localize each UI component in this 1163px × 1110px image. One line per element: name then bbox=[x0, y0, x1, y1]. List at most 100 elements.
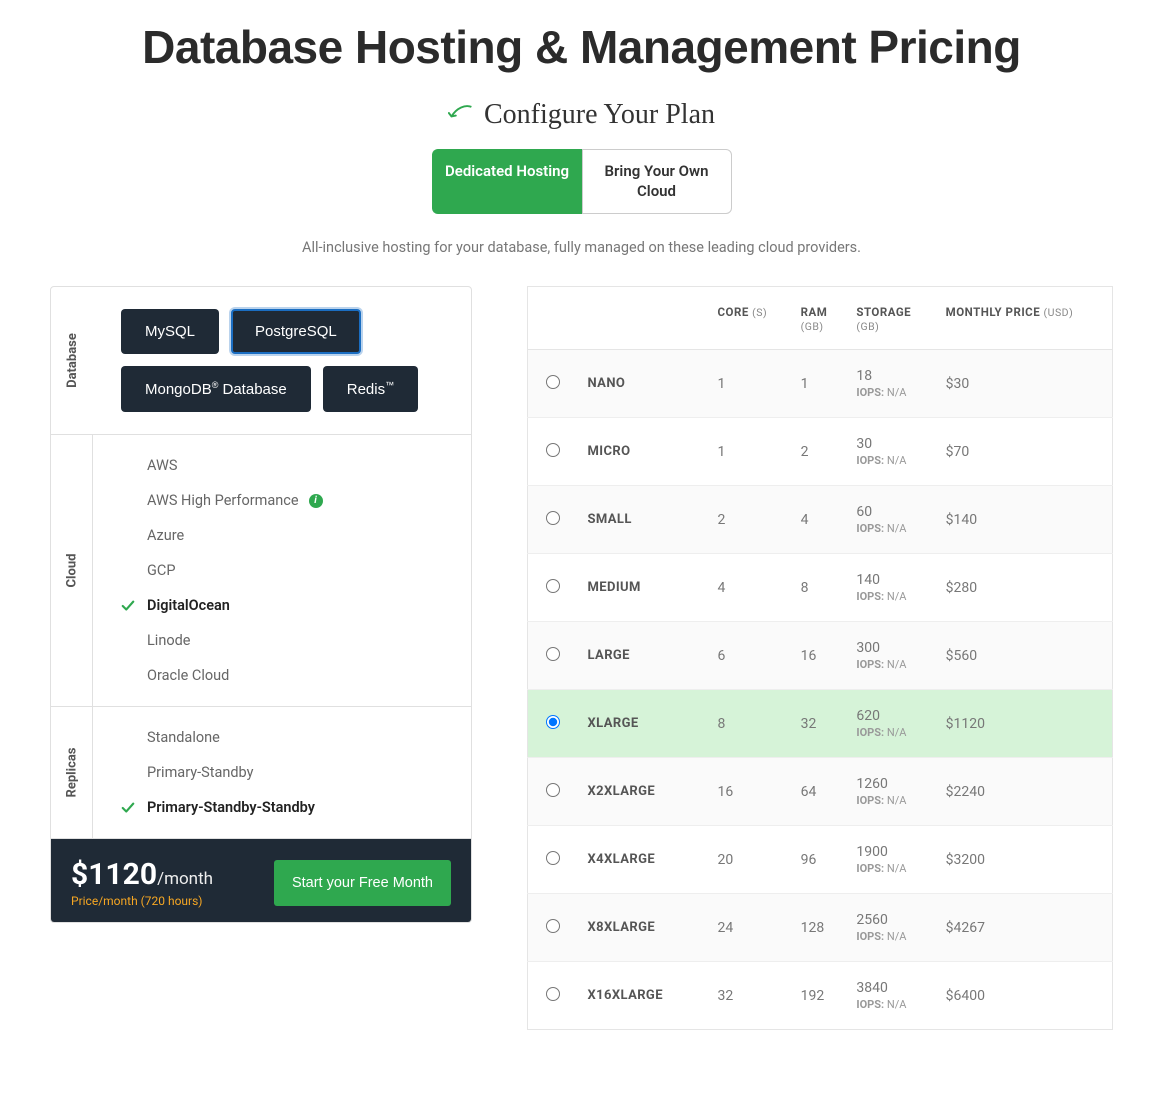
footer-per: /month bbox=[157, 869, 213, 889]
section-label-database: Database bbox=[65, 333, 80, 388]
plan-row[interactable]: XLARGE832620IOPS: N/A$1120 bbox=[528, 690, 1113, 758]
plan-storage: 18IOPS: N/A bbox=[846, 350, 935, 418]
price-footer: $1120/month Price/month (720 hours) Star… bbox=[51, 839, 471, 922]
plan-name: SMALL bbox=[578, 486, 708, 554]
check-icon bbox=[121, 599, 137, 613]
plan-price: $2240 bbox=[936, 758, 1113, 826]
cloud-option-label: Azure bbox=[147, 527, 184, 544]
plan-core: 6 bbox=[708, 622, 791, 690]
cloud-option-label: AWS High Performance bbox=[147, 492, 299, 509]
plan-name: X16XLARGE bbox=[578, 962, 708, 1030]
plan-ram: 128 bbox=[791, 894, 847, 962]
plan-radio[interactable] bbox=[546, 511, 560, 525]
cloud-option[interactable]: AWS High Performance i bbox=[121, 492, 451, 509]
plan-name: MICRO bbox=[578, 418, 708, 486]
plan-radio[interactable] bbox=[546, 851, 560, 865]
plan-price: $560 bbox=[936, 622, 1113, 690]
database-option[interactable]: PostgreSQL bbox=[231, 309, 361, 354]
col-storage: STORAGE(GB) bbox=[846, 287, 935, 350]
section-label-replicas: Replicas bbox=[64, 748, 79, 798]
section-cloud: Cloud AWSAWS High PerformanceiAzureGCPDi… bbox=[51, 435, 471, 707]
plan-ram: 192 bbox=[791, 962, 847, 1030]
plan-ram: 2 bbox=[791, 418, 847, 486]
plan-core: 1 bbox=[708, 350, 791, 418]
cloud-option[interactable]: GCP bbox=[121, 562, 451, 579]
plan-ram: 96 bbox=[791, 826, 847, 894]
col-name bbox=[578, 287, 708, 350]
plan-storage: 1260IOPS: N/A bbox=[846, 758, 935, 826]
plan-core: 32 bbox=[708, 962, 791, 1030]
plan-name: X2XLARGE bbox=[578, 758, 708, 826]
col-select bbox=[528, 287, 578, 350]
start-free-month-button[interactable]: Start your Free Month bbox=[274, 860, 451, 906]
info-icon[interactable]: i bbox=[309, 494, 323, 508]
plan-storage: 300IOPS: N/A bbox=[846, 622, 935, 690]
plan-price: $3200 bbox=[936, 826, 1113, 894]
plan-price: $70 bbox=[936, 418, 1113, 486]
col-ram: RAM(GB) bbox=[791, 287, 847, 350]
plan-storage: 30IOPS: N/A bbox=[846, 418, 935, 486]
replicas-option[interactable]: Primary-Standby bbox=[121, 764, 451, 781]
cloud-option-label: Linode bbox=[147, 632, 190, 649]
replicas-option-label: Primary-Standby bbox=[147, 764, 253, 781]
replicas-option[interactable]: Standalone bbox=[121, 729, 451, 746]
plan-price: $30 bbox=[936, 350, 1113, 418]
plan-row[interactable]: X16XLARGE321923840IOPS: N/A$6400 bbox=[528, 962, 1113, 1030]
toggle-byoc[interactable]: Bring Your Own Cloud bbox=[582, 149, 732, 214]
plan-core: 2 bbox=[708, 486, 791, 554]
plan-storage: 3840IOPS: N/A bbox=[846, 962, 935, 1030]
database-option[interactable]: MySQL bbox=[121, 309, 219, 354]
plan-name: NANO bbox=[578, 350, 708, 418]
plan-storage: 140IOPS: N/A bbox=[846, 554, 935, 622]
plan-radio[interactable] bbox=[546, 375, 560, 389]
arrow-curve-icon bbox=[448, 103, 474, 127]
cloud-option[interactable]: AWS bbox=[121, 457, 451, 474]
plan-name: LARGE bbox=[578, 622, 708, 690]
plan-row[interactable]: NANO1118IOPS: N/A$30 bbox=[528, 350, 1113, 418]
plan-radio[interactable] bbox=[546, 715, 560, 729]
plan-row[interactable]: MICRO1230IOPS: N/A$70 bbox=[528, 418, 1113, 486]
replicas-option-label: Primary-Standby-Standby bbox=[147, 799, 315, 816]
plan-radio[interactable] bbox=[546, 783, 560, 797]
plan-row[interactable]: X4XLARGE20961900IOPS: N/A$3200 bbox=[528, 826, 1113, 894]
configure-row: Configure Your Plan bbox=[50, 99, 1113, 131]
plan-storage: 60IOPS: N/A bbox=[846, 486, 935, 554]
plan-row[interactable]: MEDIUM48140IOPS: N/A$280 bbox=[528, 554, 1113, 622]
database-option[interactable]: Redis™ bbox=[323, 366, 418, 412]
cloud-option-label: DigitalOcean bbox=[147, 597, 230, 614]
plan-radio[interactable] bbox=[546, 647, 560, 661]
plan-core: 24 bbox=[708, 894, 791, 962]
plan-name: X8XLARGE bbox=[578, 894, 708, 962]
plan-row[interactable]: X8XLARGE241282560IOPS: N/A$4267 bbox=[528, 894, 1113, 962]
replicas-option-label: Standalone bbox=[147, 729, 220, 746]
plan-radio[interactable] bbox=[546, 919, 560, 933]
plan-name: MEDIUM bbox=[578, 554, 708, 622]
plan-price: $1120 bbox=[936, 690, 1113, 758]
configure-label: Configure Your Plan bbox=[484, 99, 715, 131]
cloud-option-label: GCP bbox=[147, 562, 175, 579]
col-core: CORE (S) bbox=[708, 287, 791, 350]
toggle-dedicated[interactable]: Dedicated Hosting bbox=[432, 149, 582, 214]
config-panel: Database MySQL PostgreSQL MongoDB® Databas… bbox=[50, 286, 472, 923]
cloud-option[interactable]: Oracle Cloud bbox=[121, 667, 451, 684]
plan-name: XLARGE bbox=[578, 690, 708, 758]
cloud-option-label: AWS bbox=[147, 457, 177, 474]
cloud-option[interactable]: DigitalOcean bbox=[121, 597, 451, 614]
plan-core: 20 bbox=[708, 826, 791, 894]
database-option[interactable]: MongoDB® Database bbox=[121, 366, 311, 412]
plan-price: $280 bbox=[936, 554, 1113, 622]
plan-core: 1 bbox=[708, 418, 791, 486]
plan-ram: 64 bbox=[791, 758, 847, 826]
plan-ram: 1 bbox=[791, 350, 847, 418]
replicas-option[interactable]: Primary-Standby-Standby bbox=[121, 799, 451, 816]
plan-core: 8 bbox=[708, 690, 791, 758]
plan-row[interactable]: LARGE616300IOPS: N/A$560 bbox=[528, 622, 1113, 690]
cloud-option[interactable]: Linode bbox=[121, 632, 451, 649]
plan-row[interactable]: X2XLARGE16641260IOPS: N/A$2240 bbox=[528, 758, 1113, 826]
plan-radio[interactable] bbox=[546, 443, 560, 457]
section-replicas: Replicas Standalone Primary-Standby Primar… bbox=[51, 707, 471, 839]
plan-radio[interactable] bbox=[546, 987, 560, 1001]
plan-radio[interactable] bbox=[546, 579, 560, 593]
plan-row[interactable]: SMALL2460IOPS: N/A$140 bbox=[528, 486, 1113, 554]
cloud-option[interactable]: Azure bbox=[121, 527, 451, 544]
